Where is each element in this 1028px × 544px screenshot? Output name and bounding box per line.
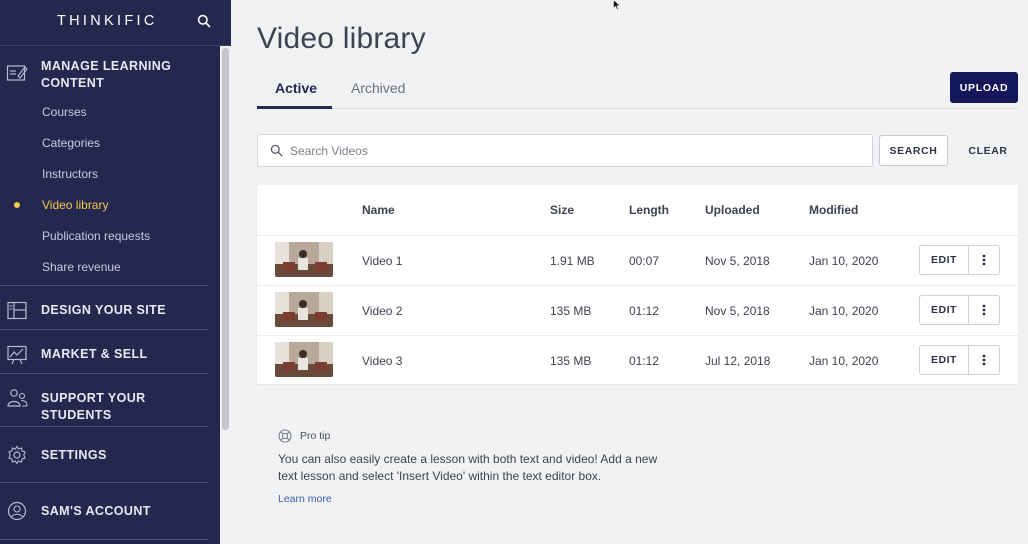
edit-content-icon (6, 65, 28, 81)
column-header-size[interactable]: Size (550, 203, 574, 217)
video-name: Video 3 (362, 354, 403, 368)
sidebar-item-courses[interactable]: Courses (42, 105, 87, 119)
sidebar: THINKIFIC MANAGE LEARNING CONTENT Course… (0, 0, 231, 544)
sidebar-divider (0, 482, 208, 483)
video-length: 00:07 (629, 254, 660, 268)
more-options-button[interactable] (968, 245, 1000, 275)
search-input[interactable]: Search Videos (257, 134, 873, 167)
users-icon (7, 389, 28, 407)
video-thumbnail[interactable] (275, 292, 333, 327)
search-icon (270, 144, 283, 157)
nav-section-label: DESIGN YOUR SITE (41, 303, 166, 317)
active-indicator-dot (14, 202, 20, 208)
tab-active[interactable]: Active (275, 80, 317, 96)
edit-button[interactable]: EDIT (919, 345, 969, 375)
video-modified: Jan 10, 2020 (809, 354, 879, 368)
video-modified: Jan 10, 2020 (809, 254, 879, 268)
nav-section-label: CONTENT (41, 76, 105, 90)
search-placeholder: Search Videos (290, 144, 368, 158)
video-size: 135 MB (550, 354, 592, 368)
table-row: Video 2 135 MB 01:12 Nov 5, 2018 Jan 10,… (257, 285, 1018, 335)
video-table: Name Size Length Uploaded Modified Video… (257, 185, 1018, 384)
column-header-length[interactable]: Length (629, 203, 669, 217)
brand-logo[interactable]: THINKIFIC (57, 13, 158, 29)
row-divider (257, 335, 1018, 336)
more-vertical-icon (982, 354, 986, 366)
video-modified: Jan 10, 2020 (809, 304, 879, 318)
edit-button[interactable]: EDIT (919, 245, 969, 275)
upload-button[interactable]: UPLOAD (950, 72, 1018, 103)
sidebar-item-publication-requests[interactable]: Publication requests (42, 229, 150, 243)
column-header-uploaded[interactable]: Uploaded (705, 203, 760, 217)
nav-section-label: SUPPORT YOUR STUDENTS (41, 391, 146, 422)
row-divider (257, 285, 1018, 286)
tabs-divider (257, 108, 1018, 109)
nav-section-label: SAM'S ACCOUNT (41, 504, 151, 518)
more-vertical-icon (982, 304, 986, 316)
brand-bar: THINKIFIC (0, 0, 231, 46)
video-uploaded: Jul 12, 2018 (705, 354, 771, 368)
video-size: 1.91 MB (550, 254, 595, 268)
sidebar-divider (0, 373, 208, 374)
layout-icon (7, 301, 27, 320)
column-header-modified[interactable]: Modified (809, 203, 858, 217)
edit-button[interactable]: EDIT (919, 295, 969, 325)
more-options-button[interactable] (968, 345, 1000, 375)
page-title: Video library (257, 22, 426, 55)
pro-tip-text: You can also easily create a lesson with… (278, 452, 658, 483)
user-circle-icon (7, 501, 27, 521)
active-tab-underline (257, 106, 332, 109)
sidebar-scrollbar-thumb[interactable] (222, 48, 229, 430)
video-thumbnail[interactable] (275, 342, 333, 377)
lifebuoy-icon (278, 429, 292, 443)
video-name: Video 2 (362, 304, 403, 318)
video-name: Video 1 (362, 254, 403, 268)
search-icon[interactable] (197, 14, 211, 28)
tab-archived[interactable]: Archived (351, 80, 405, 96)
nav-section-label: SETTINGS (41, 448, 107, 462)
chart-board-icon (7, 345, 27, 365)
gear-icon (8, 445, 26, 465)
video-thumbnail[interactable] (275, 242, 333, 277)
pro-tip-label: Pro tip (300, 430, 331, 442)
sidebar-item-categories[interactable]: Categories (42, 136, 100, 150)
more-options-button[interactable] (968, 295, 1000, 325)
sidebar-divider (0, 426, 208, 427)
table-row: Video 1 1.91 MB 00:07 Nov 5, 2018 Jan 10… (257, 235, 1018, 285)
video-length: 01:12 (629, 354, 660, 368)
sidebar-item-instructors[interactable]: Instructors (42, 167, 98, 181)
video-size: 135 MB (550, 304, 592, 318)
clear-button[interactable]: CLEAR (962, 135, 1014, 166)
video-uploaded: Nov 5, 2018 (705, 304, 770, 318)
sidebar-item-share-revenue[interactable]: Share revenue (42, 260, 121, 274)
sidebar-divider (0, 539, 208, 540)
nav-section-label: MANAGE LEARNING (41, 59, 172, 73)
search-button[interactable]: SEARCH (879, 135, 948, 166)
learn-more-link[interactable]: Learn more (278, 493, 332, 505)
video-uploaded: Nov 5, 2018 (705, 254, 770, 268)
column-header-name[interactable]: Name (362, 203, 395, 217)
sidebar-item-video-library[interactable]: Video library (42, 198, 108, 212)
table-row: Video 3 135 MB 01:12 Jul 12, 2018 Jan 10… (257, 335, 1018, 385)
nav-section-label: MARKET & SELL (41, 347, 148, 361)
more-vertical-icon (982, 254, 986, 266)
row-divider (257, 235, 1018, 236)
mouse-cursor-icon (613, 0, 621, 10)
video-length: 01:12 (629, 304, 660, 318)
sidebar-divider (0, 285, 208, 286)
sidebar-divider (0, 329, 208, 330)
